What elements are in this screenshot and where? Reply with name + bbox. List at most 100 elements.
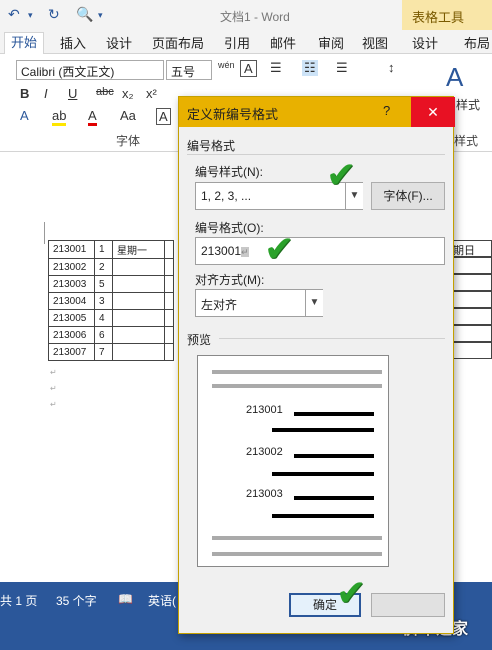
tab-mailings[interactable]: 邮件 (270, 33, 296, 52)
table-cell[interactable]: 213002 (48, 258, 95, 276)
tab-layout[interactable]: 页面布局 (152, 33, 204, 52)
table-cell[interactable] (164, 309, 174, 327)
paragraph-mark: ↵ (50, 368, 57, 377)
font-button[interactable]: 字体(F)... (371, 182, 445, 210)
document-table[interactable]: 213001 1 星期一 213002 2 213003 5 213004 3 213005 4 21… (48, 240, 174, 361)
tab-view[interactable]: 视图 (362, 33, 388, 52)
font-color-button[interactable]: A (88, 108, 97, 126)
print-preview-icon[interactable]: 🔍 (76, 6, 93, 23)
help-icon[interactable]: ? (383, 103, 390, 118)
dialog-title: 定义新编号格式 (187, 107, 279, 122)
table-cell[interactable] (450, 325, 492, 342)
word-count[interactable]: 35 个字 (56, 592, 97, 609)
language-indicator[interactable]: 英语( (148, 592, 176, 609)
bold-button[interactable]: B (20, 86, 29, 101)
table-cell[interactable]: 1 (94, 240, 113, 259)
table-row[interactable]: 213005 4 (48, 309, 174, 327)
table-cell[interactable]: 5 (94, 275, 113, 293)
table-row[interactable]: 213002 2 (48, 258, 174, 276)
table-cell[interactable] (164, 240, 174, 259)
page-count[interactable]: 共 1 页 (0, 592, 37, 609)
line-spacing-icon[interactable]: ↕ (388, 60, 395, 75)
font-size-box[interactable]: 五号 (166, 60, 212, 80)
table-cell[interactable] (450, 291, 492, 308)
check-mark-icon: ✔ (336, 572, 367, 613)
table-cell[interactable] (450, 257, 492, 274)
styles-label[interactable]: 样式 (456, 96, 480, 113)
table-cell[interactable]: 2 (94, 258, 113, 276)
table-row[interactable]: 213001 1 星期一 (48, 240, 174, 259)
underline-button[interactable]: U (68, 86, 77, 101)
table-cell[interactable] (450, 308, 492, 325)
table-cell[interactable]: 213005 (48, 309, 95, 327)
tab-references[interactable]: 引用 (224, 33, 250, 52)
tab-review[interactable]: 审阅 (318, 33, 344, 52)
paragraph-mark: ↵ (50, 384, 57, 393)
customize-qa-icon[interactable]: ▾ (98, 10, 103, 21)
table-cell[interactable] (112, 343, 165, 361)
table-cell[interactable] (164, 326, 174, 344)
cursor-mark: ↵ (241, 247, 249, 257)
tab-table-layout[interactable]: 布局 (464, 33, 490, 52)
change-case-button[interactable]: Aa (120, 108, 136, 123)
table-cell[interactable]: 星期一 (112, 240, 165, 259)
table-cell[interactable] (112, 309, 165, 327)
superscript-button[interactable]: x² (146, 86, 157, 101)
proofing-icon[interactable]: 📖 (118, 592, 133, 606)
table-cell[interactable] (112, 292, 165, 310)
table-row[interactable]: 213007 7 (48, 343, 174, 361)
table-cell[interactable] (164, 292, 174, 310)
numbering-icon[interactable]: ☷ (302, 60, 318, 76)
tab-design[interactable]: 设计 (106, 33, 132, 52)
undo-dropdown-icon[interactable]: ▾ (28, 10, 33, 21)
table-row[interactable]: 213004 3 (48, 292, 174, 310)
table-cell[interactable]: 213006 (48, 326, 95, 344)
table-cell[interactable] (112, 326, 165, 344)
tab-insert[interactable]: 插入 (60, 33, 86, 52)
table-cell[interactable]: 213003 (48, 275, 95, 293)
redo-icon[interactable]: ↻ (48, 6, 60, 23)
table-cell[interactable] (112, 275, 165, 293)
highlight-icon[interactable]: ab (52, 108, 67, 126)
bullets-icon[interactable]: ☰ (270, 60, 282, 76)
table-row[interactable]: 213006 6 (48, 326, 174, 344)
tab-table-design[interactable]: 设计 (412, 33, 438, 52)
alignment-select[interactable]: 左对齐 (195, 289, 323, 317)
number-format-input[interactable]: 213001↵ (195, 237, 445, 265)
undo-icon[interactable]: ↶ (8, 6, 20, 23)
table-cell[interactable]: 期日 (450, 240, 492, 257)
preview-line (294, 496, 374, 500)
table-cell[interactable]: 213001 (48, 240, 95, 259)
table-cell[interactable]: 7 (94, 343, 113, 361)
table-cell[interactable]: 213007 (48, 343, 95, 361)
tab-home[interactable]: 开始 (4, 32, 45, 54)
table-cell[interactable]: 4 (94, 309, 113, 327)
subscript-button[interactable]: x₂ (122, 86, 134, 101)
table-row[interactable]: 213003 5 (48, 275, 174, 293)
preview-line (294, 454, 374, 458)
table-cell[interactable] (164, 275, 174, 293)
font-name-box[interactable]: Calibri (西文正文) (16, 60, 164, 80)
multilevel-list-icon[interactable]: ☰ (336, 60, 348, 76)
table-cell[interactable]: 213004 (48, 292, 95, 310)
table-cell[interactable] (112, 258, 165, 276)
alignment-value: 左对齐 (201, 298, 238, 312)
styles-icon[interactable]: A (446, 62, 463, 93)
table-cell[interactable] (164, 258, 174, 276)
cancel-button[interactable] (371, 593, 445, 617)
table-cell[interactable] (164, 343, 174, 361)
close-button[interactable]: ✕ (411, 97, 455, 127)
text-effects-icon[interactable]: A (20, 108, 29, 123)
enclose-char-icon[interactable]: A (156, 108, 171, 125)
chevron-down-icon[interactable]: ▼ (305, 290, 323, 316)
strikethrough-button[interactable]: abc (96, 86, 114, 98)
table-cell[interactable]: 3 (94, 292, 113, 310)
number-style-value: 1, 2, 3, ... (201, 189, 252, 203)
table-cell[interactable]: 6 (94, 326, 113, 344)
document-title: 文档1 - Word (220, 10, 290, 24)
table-cell[interactable] (450, 342, 492, 359)
table-cell[interactable] (450, 274, 492, 291)
char-border-button[interactable]: A (240, 60, 257, 77)
phonetic-button[interactable]: wén (218, 60, 235, 70)
italic-button[interactable]: I (44, 86, 48, 101)
